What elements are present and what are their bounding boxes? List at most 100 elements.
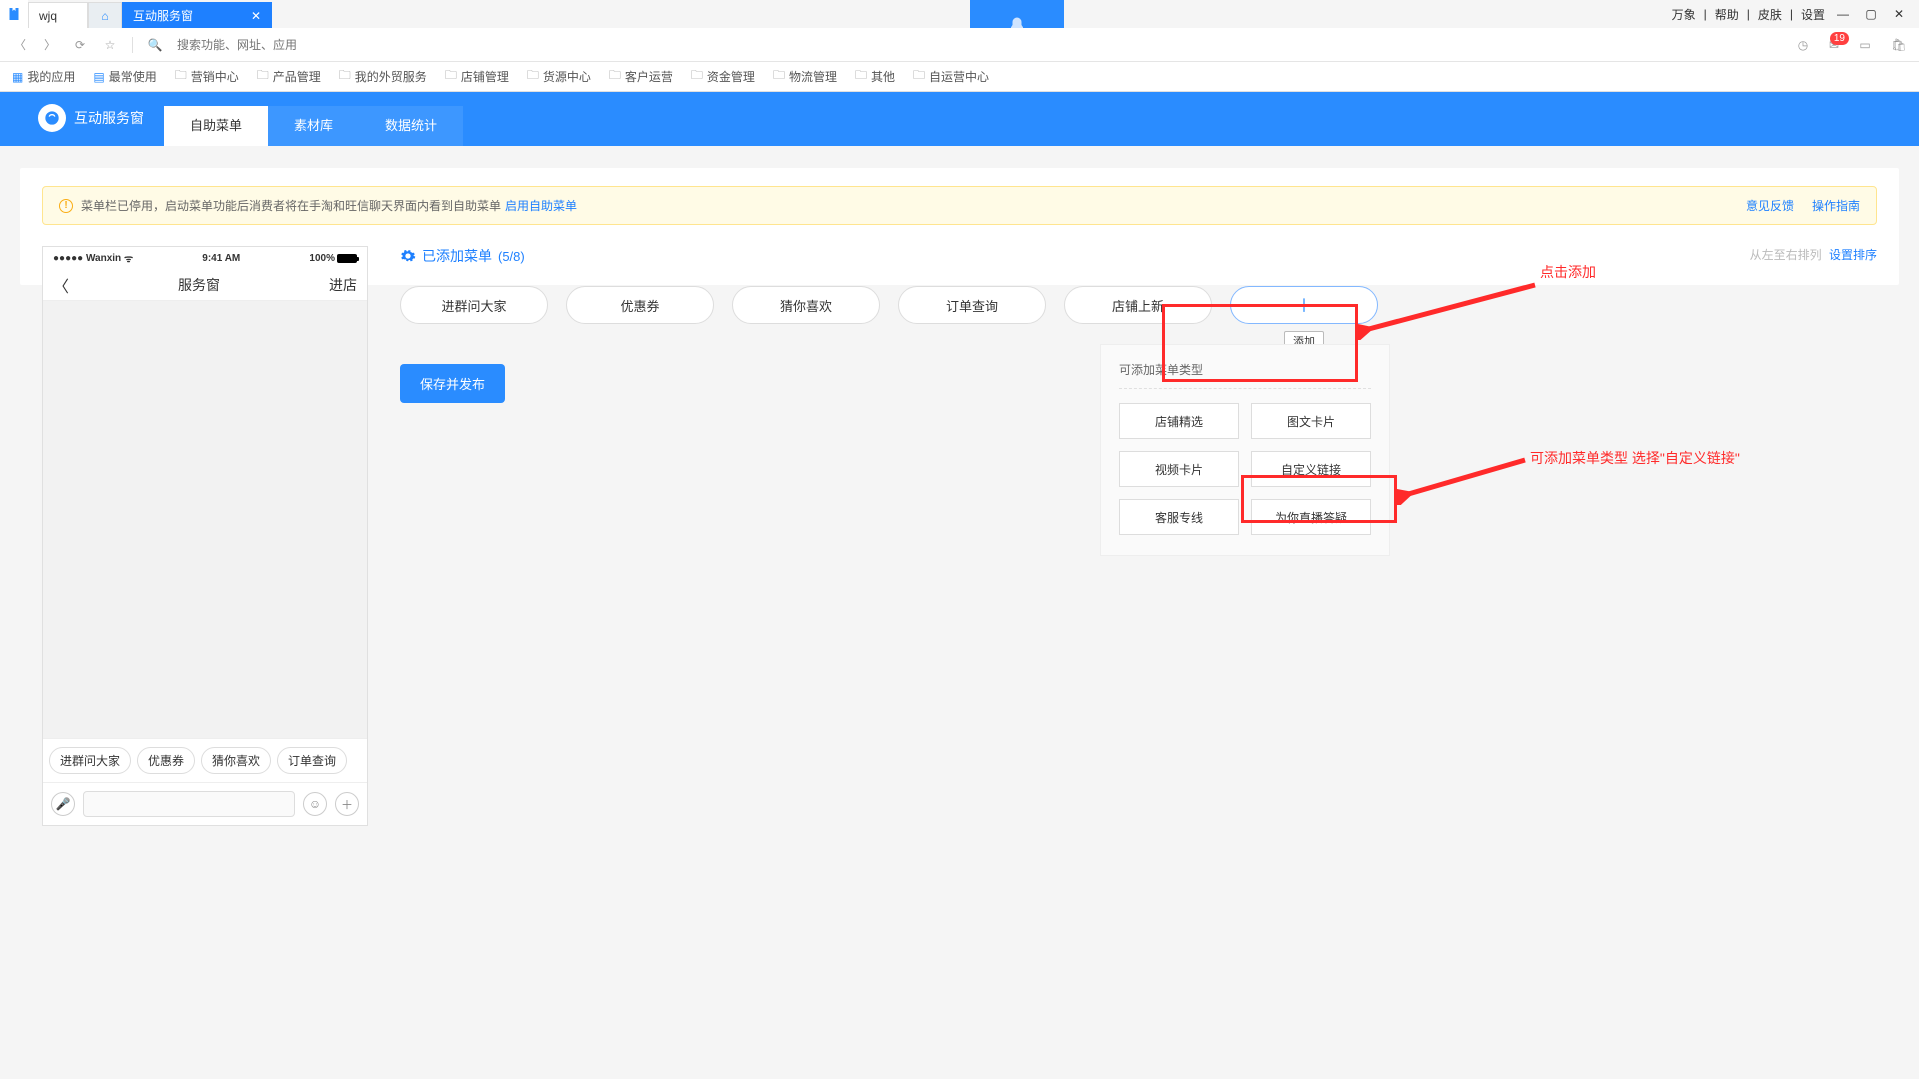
forward-icon[interactable]: 〉: [42, 36, 58, 53]
menu-editor: 已添加菜单 (5/8) 从左至右排列 设置排序 进群问大家 优惠券 猜你喜欢 订…: [400, 246, 1877, 403]
browser-toolbar: 〈 〉 ⟳ ☆ 🔍 ◷ ✉ 19 ▭ 🛍: [0, 28, 1919, 62]
profile-tab[interactable]: wjq: [28, 2, 88, 28]
folder-icon: 🗀: [609, 66, 621, 87]
phone-chip-row: 进群问大家 优惠券 猜你喜欢 订单查询: [43, 738, 367, 782]
battery-label: 100%: [309, 253, 335, 264]
menu-type-option-custom-link[interactable]: 自定义链接: [1251, 451, 1371, 487]
annotation-arrow-2: [1395, 455, 1530, 505]
attach-icon[interactable]: ＋: [335, 792, 359, 816]
notice-enable-link[interactable]: 启用自助菜单: [505, 197, 577, 214]
close-window-icon[interactable]: ✕: [1892, 7, 1906, 21]
menu-pill[interactable]: 订单查询: [898, 286, 1046, 324]
folder-8[interactable]: 🗀其他: [855, 66, 895, 87]
menu-type-option[interactable]: 图文卡片: [1251, 403, 1371, 439]
carrier-label: ●●●●● Wanxin: [53, 253, 121, 264]
annotation-label-2: 可添加菜单类型 选择"自定义链接": [1530, 448, 1740, 468]
info-icon: !: [59, 199, 73, 213]
phone-title: 服务窗: [69, 275, 329, 295]
emoji-icon[interactable]: ☺: [303, 792, 327, 816]
app-tab-2[interactable]: 数据统计: [359, 106, 463, 146]
menu-type-option[interactable]: 为你直播答疑: [1251, 499, 1371, 535]
menu-pill[interactable]: 进群问大家: [400, 286, 548, 324]
guide-link[interactable]: 操作指南: [1812, 197, 1860, 214]
refresh-icon[interactable]: ⟳: [72, 38, 88, 52]
menu-type-title: 可添加菜单类型: [1119, 361, 1371, 389]
phone-chip[interactable]: 进群问大家: [49, 747, 131, 774]
folder-icon: 🗀: [773, 66, 785, 87]
phone-preview: ●●●●● Wanxin ᯤ 9:41 AM 100% 〈 服务窗 进店 进群问…: [42, 246, 368, 826]
folder-1[interactable]: 🗀产品管理: [257, 66, 321, 87]
phone-chip[interactable]: 订单查询: [277, 747, 347, 774]
apps-icon: ▦: [12, 70, 23, 84]
minimize-icon[interactable]: —: [1836, 7, 1850, 21]
my-apps[interactable]: ▦我的应用: [12, 68, 75, 85]
search-input[interactable]: [177, 38, 437, 52]
phone-header: 〈 服务窗 进店: [43, 269, 367, 301]
clock-icon[interactable]: ◷: [1795, 38, 1811, 52]
browser-tab-bar: wjq ⌂ 互动服务窗 ✕: [0, 0, 272, 28]
menu-type-option[interactable]: 客服专线: [1119, 499, 1239, 535]
profile-tab-label: wjq: [39, 9, 57, 23]
app-title: 互动服务窗: [38, 104, 144, 132]
maximize-icon[interactable]: ▢: [1864, 7, 1878, 21]
folder-icon: 🗀: [527, 66, 539, 87]
folder-2[interactable]: 🗀我的外贸服务: [339, 66, 427, 87]
close-tab-icon[interactable]: ✕: [251, 9, 261, 23]
section-title: 已添加菜单 (5/8): [400, 246, 1877, 266]
phone-status-bar: ●●●●● Wanxin ᯤ 9:41 AM 100%: [43, 247, 367, 269]
menu-pill[interactable]: 店铺上新: [1064, 286, 1212, 324]
notice-bar: ! 菜单栏已停用，启动菜单功能后消费者将在手淘和旺信聊天界面内看到自助菜单 启用…: [42, 186, 1877, 225]
active-tab[interactable]: 互动服务窗 ✕: [122, 2, 272, 28]
back-icon[interactable]: 〈: [12, 36, 28, 53]
help-link[interactable]: 帮助: [1715, 6, 1739, 23]
folder-5[interactable]: 🗀客户运营: [609, 66, 673, 87]
sort-link[interactable]: 设置排序: [1829, 248, 1877, 262]
app-logo-icon[interactable]: [0, 0, 28, 28]
gear-icon: [400, 248, 416, 264]
folder-icon: 🗀: [855, 66, 867, 87]
frequent-icon: ▤: [93, 70, 104, 84]
menu-pill[interactable]: 优惠券: [566, 286, 714, 324]
skin-link[interactable]: 皮肤: [1758, 6, 1782, 23]
notice-text: 菜单栏已停用，启动菜单功能后消费者将在手淘和旺信聊天界面内看到自助菜单: [81, 197, 501, 214]
menu-type-panel: 可添加菜单类型 店铺精选 图文卡片 视频卡片 自定义链接 客服专线 为你直播答疑: [1100, 344, 1390, 556]
feedback-link[interactable]: 意见反馈: [1746, 197, 1794, 214]
folder-3[interactable]: 🗀店铺管理: [445, 66, 509, 87]
wanxiang-link[interactable]: 万象: [1672, 6, 1696, 23]
folder-icon: 🗀: [913, 66, 925, 87]
bookmark-bar: ▦我的应用 ▤最常使用 🗀营销中心 🗀产品管理 🗀我的外贸服务 🗀店铺管理 🗀货…: [0, 62, 1919, 92]
separator: [132, 37, 133, 53]
save-publish-button[interactable]: 保存并发布: [400, 364, 505, 403]
section-count: (5/8): [498, 249, 525, 264]
home-icon: ⌂: [101, 9, 108, 23]
folder-icon: 🗀: [339, 66, 351, 87]
phone-enter-shop[interactable]: 进店: [329, 275, 357, 295]
phone-chip[interactable]: 优惠券: [137, 747, 195, 774]
phone-text-input[interactable]: [83, 791, 295, 817]
folder-4[interactable]: 🗀货源中心: [527, 66, 591, 87]
menu-type-option[interactable]: 视频卡片: [1119, 451, 1239, 487]
home-tab[interactable]: ⌂: [88, 2, 122, 28]
settings-link[interactable]: 设置: [1801, 6, 1825, 23]
menu-type-option[interactable]: 店铺精选: [1119, 403, 1239, 439]
app-tab-0[interactable]: 自助菜单: [164, 106, 268, 146]
app-tab-1[interactable]: 素材库: [268, 106, 359, 146]
phone-back-icon[interactable]: 〈: [53, 273, 69, 297]
workspace: ! 菜单栏已停用，启动菜单功能后消费者将在手淘和旺信聊天界面内看到自助菜单 启用…: [20, 168, 1899, 285]
phone-input-row: 🎤 ☺ ＋: [43, 782, 367, 825]
sort-row: 从左至右排列 设置排序: [1750, 246, 1877, 263]
phone-chip[interactable]: 猜你喜欢: [201, 747, 271, 774]
folder-0[interactable]: 🗀营销中心: [175, 66, 239, 87]
bookmark-star-icon[interactable]: ☆: [102, 38, 118, 52]
add-menu-button[interactable]: ＋ 添加: [1230, 286, 1378, 324]
app-header: 互动服务窗 自助菜单 素材库 数据统计: [0, 92, 1919, 146]
mic-icon[interactable]: 🎤: [51, 792, 75, 816]
card-icon[interactable]: ▭: [1857, 38, 1873, 52]
folder-icon: 🗀: [175, 66, 187, 87]
folder-7[interactable]: 🗀物流管理: [773, 66, 837, 87]
frequent[interactable]: ▤最常使用: [93, 68, 156, 85]
bag-icon[interactable]: 🛍: [1891, 38, 1907, 52]
folder-9[interactable]: 🗀自运营中心: [913, 66, 989, 87]
menu-pill[interactable]: 猜你喜欢: [732, 286, 880, 324]
folder-6[interactable]: 🗀资金管理: [691, 66, 755, 87]
